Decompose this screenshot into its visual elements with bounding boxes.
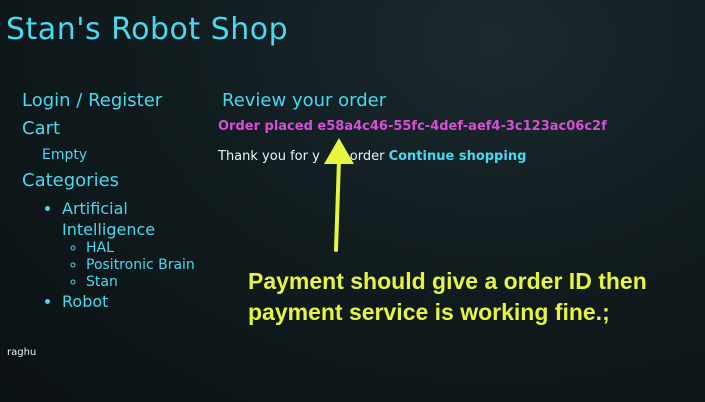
subcategory-item-hal: HAL	[86, 240, 202, 257]
review-order-heading: Review your order	[222, 90, 387, 111]
cart-status: Empty	[42, 147, 88, 163]
product-link-positronic-brain[interactable]: Positronic Brain	[86, 257, 195, 273]
category-item-ai: Artificial Intelligence HAL Positronic B…	[62, 198, 202, 291]
product-link-hal[interactable]: HAL	[86, 240, 114, 256]
order-review-panel: Review your order Order placed e58a4c46-…	[218, 90, 688, 166]
order-id: e58a4c46-55fc-4def-aef4-3c123ac06c2f	[317, 119, 607, 134]
annotation-note: Payment should give a order ID then paym…	[248, 268, 647, 325]
order-placed-label: Order placed	[218, 119, 313, 134]
subcategory-item-positronic-brain: Positronic Brain	[86, 257, 202, 274]
order-confirmation: Order placed e58a4c46-55fc-4def-aef4-3c1…	[218, 118, 688, 136]
category-item-robot: Robot	[62, 291, 202, 312]
subcategory-list: HAL Positronic Brain Stan	[62, 240, 202, 291]
category-link-robot[interactable]: Robot	[62, 292, 108, 311]
thank-you-text-tail: order	[349, 149, 385, 164]
login-register-link[interactable]: Login / Register	[22, 90, 202, 112]
thank-you-message: Thank you for y order Continue shopping	[218, 148, 688, 166]
continue-shopping-link[interactable]: Continue shopping	[389, 149, 527, 164]
product-link-stan[interactable]: Stan	[86, 274, 118, 290]
categories-heading: Categories	[22, 170, 120, 191]
annotation-arrow-shaft	[334, 158, 341, 252]
cart-link[interactable]: Cart	[22, 118, 202, 140]
sidebar: Login / Register Cart Empty Categories A…	[22, 90, 202, 312]
thank-you-text: Thank you for y	[218, 149, 320, 164]
category-link-artificial-intelligence[interactable]: Artificial Intelligence	[62, 199, 155, 239]
subcategory-item-stan: Stan	[86, 274, 202, 291]
user-name: raghu	[7, 347, 37, 358]
category-list: Artificial Intelligence HAL Positronic B…	[22, 198, 202, 312]
site-title-link[interactable]: Stan's Robot Shop	[6, 12, 288, 47]
